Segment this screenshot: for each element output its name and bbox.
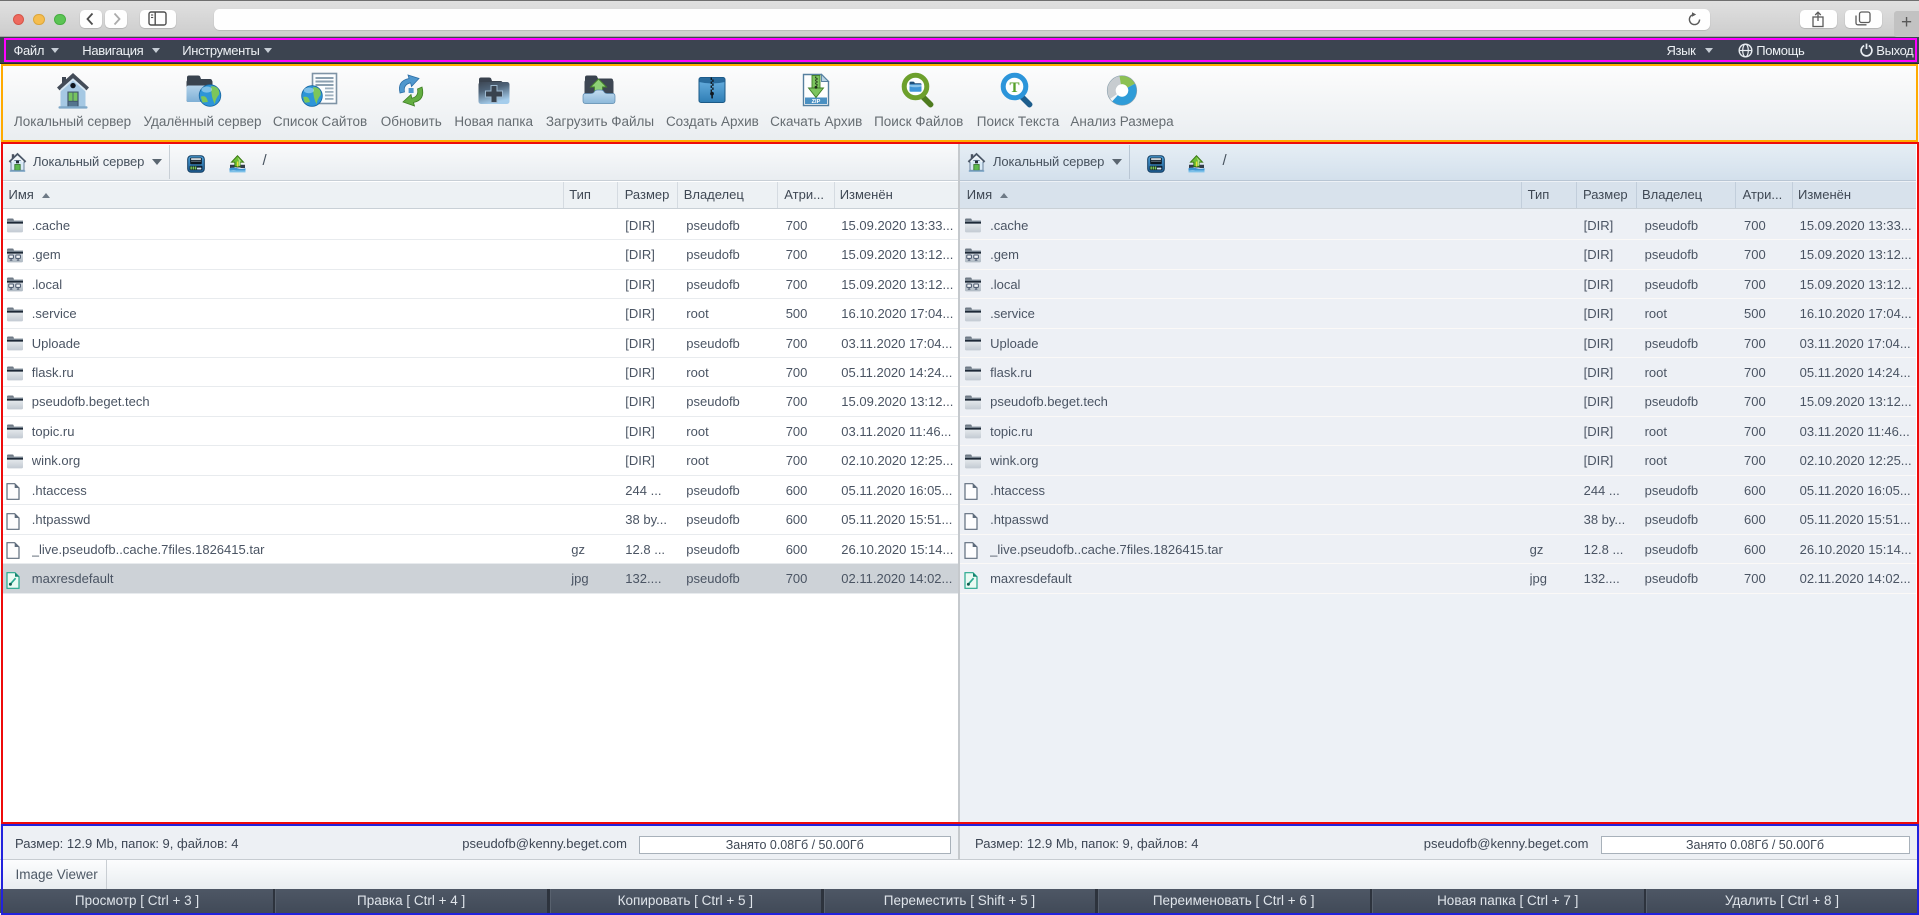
svg-text:T: T (1009, 80, 1019, 96)
svg-text:ZIP: ZIP (812, 99, 821, 105)
